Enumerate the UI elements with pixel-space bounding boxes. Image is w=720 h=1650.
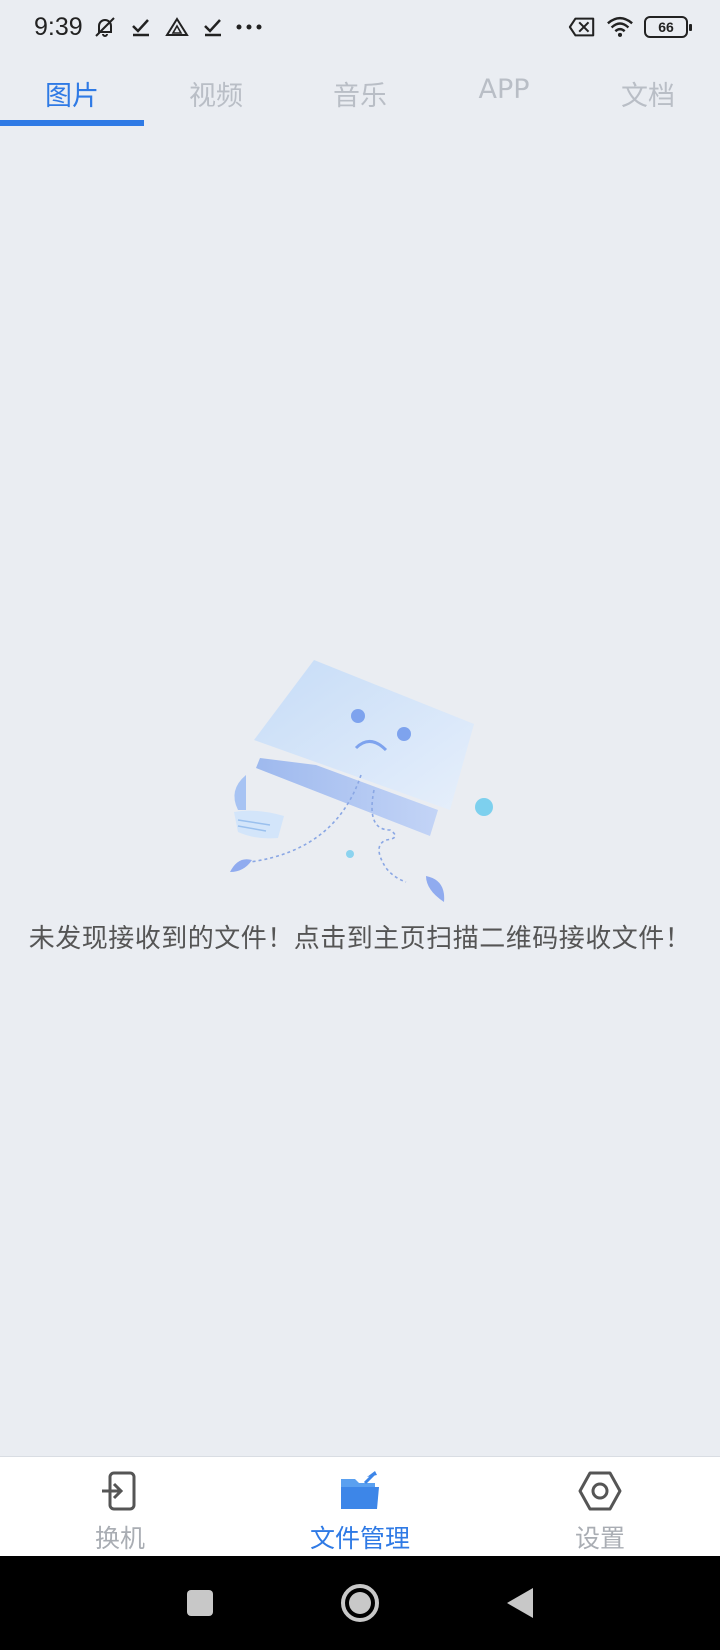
empty-message: 未发现接收到的文件！点击到主页扫描二维码接收文件！ (28, 924, 692, 954)
sim-off-icon (568, 13, 596, 41)
status-left: 9:39 (34, 13, 263, 42)
home-icon[interactable] (335, 1578, 385, 1628)
system-nav-bar (0, 1556, 720, 1650)
more-dots-icon (235, 13, 263, 41)
status-right: 66 (568, 13, 692, 41)
tab-documents[interactable]: 文档 (576, 62, 720, 126)
nav-label-settings: 设置 (574, 1524, 625, 1553)
phone-transfer-icon (96, 1467, 144, 1515)
check-icon (127, 13, 155, 41)
check-icon (199, 13, 227, 41)
tab-videos[interactable]: 视频 (144, 62, 288, 126)
back-icon[interactable] (495, 1578, 545, 1628)
nav-item-file-manager[interactable]: 文件管理 (240, 1457, 480, 1556)
tab-apps[interactable]: APP (432, 62, 576, 126)
settings-hex-icon (576, 1467, 624, 1515)
recent-apps-icon[interactable] (175, 1578, 225, 1628)
nav-item-switch-phone[interactable]: 换机 (0, 1457, 240, 1556)
mute-icon (91, 13, 119, 41)
nav-label-switch-phone: 换机 (94, 1524, 145, 1553)
bottom-nav: 换机 文件管理 设置 (0, 1456, 720, 1556)
category-tabs: 图片 视频 音乐 APP 文档 (0, 62, 720, 126)
drive-icon (163, 13, 191, 41)
status-time: 9:39 (34, 12, 83, 41)
battery-indicator: 66 (644, 16, 692, 38)
tab-images[interactable]: 图片 (0, 62, 144, 126)
folder-icon (336, 1467, 384, 1515)
status-bar: 9:39 66 (0, 0, 720, 54)
tab-music[interactable]: 音乐 (288, 62, 432, 126)
wifi-icon (606, 13, 634, 41)
sad-folder-illustration (216, 650, 506, 910)
nav-item-settings[interactable]: 设置 (480, 1457, 720, 1556)
nav-label-file-manager: 文件管理 (309, 1524, 410, 1553)
